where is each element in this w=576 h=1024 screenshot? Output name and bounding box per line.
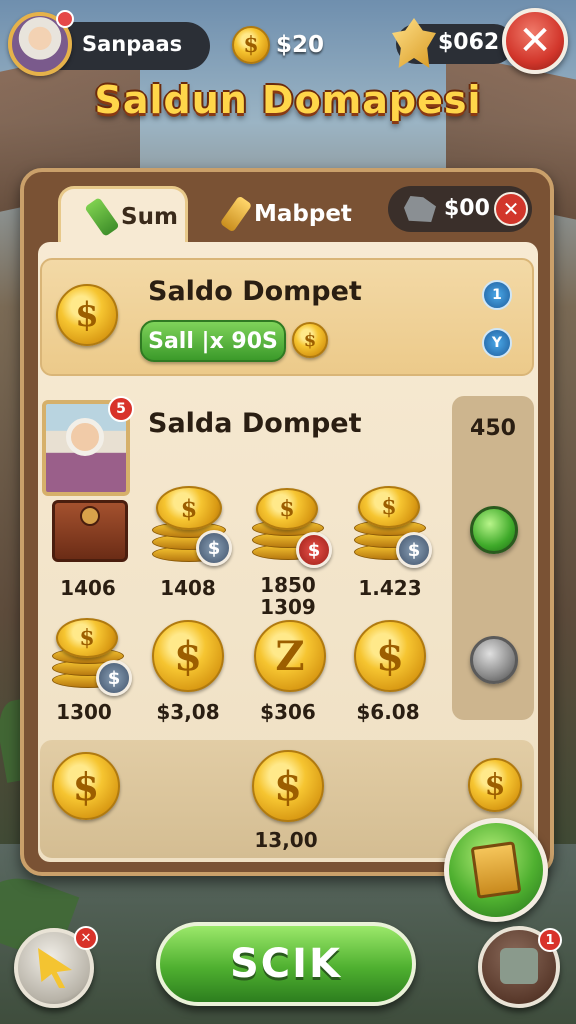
grid-title: Salda Dompet <box>148 408 362 439</box>
coin-icon[interactable]: $ <box>152 620 224 692</box>
coin-icon: $ <box>232 26 270 64</box>
tab-sum[interactable]: Sum <box>58 186 188 244</box>
portrait-notification-badge: 5 <box>108 396 134 422</box>
coin-badge-icon: $ <box>396 532 432 568</box>
gray-toggle-knob[interactable] <box>470 636 518 684</box>
coin-icon[interactable]: $ <box>52 752 120 820</box>
puzzle-icon <box>500 948 538 984</box>
book-icon <box>470 841 522 899</box>
currency-pill-close-button[interactable]: ✕ <box>494 192 528 226</box>
item-value: 1408 <box>160 576 216 600</box>
bottom-strip-value: 13,00 <box>254 828 318 852</box>
coin-badge-icon: $ <box>296 532 332 568</box>
page-title: Saldun Domapesi <box>94 78 482 122</box>
tab-mabpet-label: Mabpet <box>254 201 352 227</box>
item-value: 1850 1309 <box>260 573 316 619</box>
item-value: $6.08 <box>356 700 420 724</box>
close-button[interactable]: ✕ <box>502 8 568 74</box>
gold-bar-icon <box>219 195 253 233</box>
side-count: 450 <box>470 416 516 441</box>
info-badge-icon[interactable]: 1 <box>482 280 512 310</box>
puzzle-notification-badge: 1 <box>538 928 562 952</box>
tab-mabpet[interactable]: Mabpet <box>219 192 372 236</box>
flower-icon <box>56 10 74 28</box>
coin-badge-icon: $ <box>196 530 232 566</box>
coin-icon[interactable]: Z <box>254 620 326 692</box>
cursor-badge: ✕ <box>74 926 98 950</box>
item-value: 1.423 <box>358 576 422 600</box>
item-value: 1300 <box>56 700 112 724</box>
coin-icon[interactable]: $ <box>252 750 324 822</box>
item-value: $306 <box>260 700 316 724</box>
tab-sum-label: Sum <box>121 203 178 230</box>
saldo-action-button[interactable]: Sall |x 90S <box>140 320 286 362</box>
main-action-button[interactable]: SCIK <box>156 922 416 1006</box>
item-value: 1406 <box>60 576 116 600</box>
info-badge-icon[interactable]: Y <box>482 328 512 358</box>
coin-balance: $20 <box>276 32 325 58</box>
pencil-icon <box>84 196 120 237</box>
player-name: Sanpaas <box>82 32 183 56</box>
coin-icon: $ <box>292 322 328 358</box>
coin-icon[interactable]: $ <box>354 620 426 692</box>
gem-balance: $062 <box>438 30 500 55</box>
character-face <box>66 418 104 456</box>
chest-lock-icon <box>80 506 100 526</box>
coin-icon: $ <box>56 284 118 346</box>
item-value: $3,08 <box>156 700 220 724</box>
green-toggle-knob[interactable] <box>470 506 518 554</box>
saldo-card-title: Saldo Dompet <box>148 276 362 307</box>
coin-badge-icon: $ <box>96 660 132 696</box>
coin-icon[interactable]: $ <box>468 758 522 812</box>
currency-pill-amount: $00 <box>444 196 490 221</box>
